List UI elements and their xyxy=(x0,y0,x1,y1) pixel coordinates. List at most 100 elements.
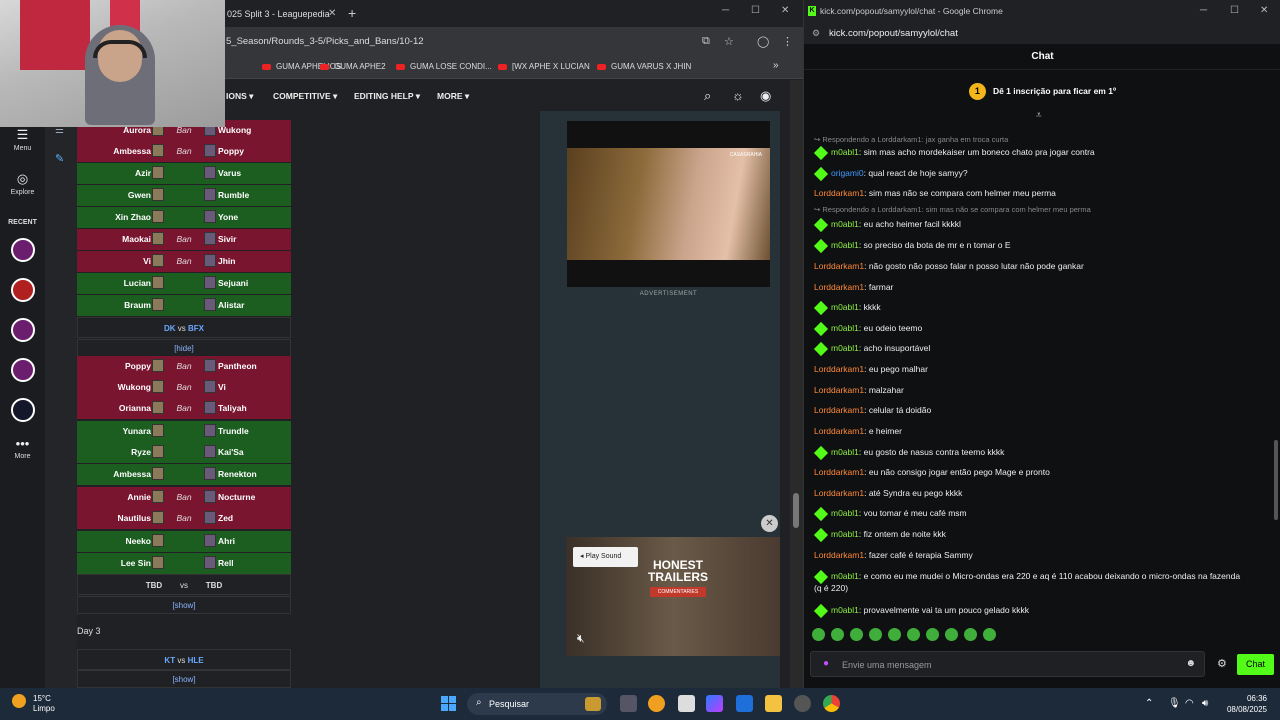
emote-icon[interactable] xyxy=(812,628,825,641)
minimize-icon[interactable]: ─ xyxy=(1200,5,1207,16)
right-champion-name[interactable]: Rell xyxy=(218,558,234,568)
left-champion-name[interactable]: Xin Zhao xyxy=(115,212,151,222)
hide-link[interactable]: [hide] xyxy=(174,344,194,353)
file-explorer-icon[interactable] xyxy=(765,695,782,712)
sub-gift-banner[interactable]: 1 Dê 1 inscrição para ficar em 1º xyxy=(804,78,1280,104)
edit-pencil-icon[interactable]: ✎ xyxy=(55,152,64,165)
left-champion-name[interactable]: Wukong xyxy=(118,382,151,392)
champion-icon[interactable] xyxy=(204,210,216,223)
chat-username[interactable]: m0abl1 xyxy=(831,323,859,333)
right-champion-name[interactable]: Kai'Sa xyxy=(218,447,244,457)
search-icon[interactable]: ⌕ xyxy=(704,88,711,104)
champion-icon[interactable] xyxy=(204,188,216,201)
url-text[interactable]: 5_Season/Rounds_3-5/Picks_and_Bans/10-12 xyxy=(226,36,424,47)
sidebar-explore[interactable]: ◎ Explore xyxy=(0,171,45,196)
right-champion-name[interactable]: Renekton xyxy=(218,469,257,479)
champion-icon[interactable] xyxy=(152,210,164,223)
emote-icon[interactable] xyxy=(945,628,958,641)
right-champion-name[interactable]: Sejuani xyxy=(218,278,248,288)
recent-wiki-icon[interactable] xyxy=(11,318,35,342)
champion-icon[interactable] xyxy=(152,490,164,503)
wifi-icon[interactable]: ◠ xyxy=(1185,698,1194,709)
chat-username[interactable]: m0abl1 xyxy=(831,529,859,539)
profile-icon[interactable]: ◯ xyxy=(757,35,769,48)
right-champion-name[interactable]: Vi xyxy=(218,382,226,392)
champion-icon[interactable] xyxy=(204,254,216,267)
tab-leaguepedia[interactable]: 025 Split 3 - Leaguepedia xyxy=(225,4,340,27)
champion-icon[interactable] xyxy=(204,380,216,393)
champion-icon[interactable] xyxy=(204,534,216,547)
champion-icon[interactable] xyxy=(152,401,164,414)
emote-icon[interactable] xyxy=(926,628,939,641)
maximize-icon[interactable]: ☐ xyxy=(751,5,760,16)
left-champion-name[interactable]: Gwen xyxy=(128,190,151,200)
champion-icon[interactable] xyxy=(152,534,164,547)
chat-username[interactable]: Lorddarkam1 xyxy=(814,282,864,292)
right-champion-name[interactable]: Trundle xyxy=(218,426,249,436)
translate-icon[interactable]: ⧉ xyxy=(702,35,710,48)
champion-icon[interactable] xyxy=(152,380,164,393)
play-sound-button[interactable]: ◂ Play Sound xyxy=(573,547,638,567)
match-header[interactable]: DK vs BFX xyxy=(77,317,291,338)
emote-icon[interactable] xyxy=(888,628,901,641)
chat-username[interactable]: m0abl1 xyxy=(831,147,859,157)
chat-scrollbar-thumb[interactable] xyxy=(1274,440,1278,520)
recent-wiki-icon[interactable] xyxy=(11,278,35,302)
microphone-icon[interactable]: 🎙︎ xyxy=(1168,698,1181,709)
left-champion-name[interactable]: Vi xyxy=(143,256,151,266)
send-chat-button[interactable]: Chat xyxy=(1237,654,1274,675)
bookmark-star-icon[interactable]: ☆ xyxy=(724,35,734,48)
left-champion-name[interactable]: Ryze xyxy=(131,447,151,457)
user-icon[interactable]: ◉ xyxy=(760,88,771,104)
nav-item[interactable]: IONS ▾ xyxy=(226,91,253,102)
match-header[interactable]: KT vs HLE xyxy=(77,649,291,670)
right-champion-name[interactable]: Yone xyxy=(218,212,238,222)
windows-start-icon[interactable] xyxy=(441,696,456,711)
champion-icon[interactable] xyxy=(152,445,164,458)
bookmark-item[interactable]: GUMA VARUS X JHIN xyxy=(597,62,691,71)
chat-username[interactable]: m0abl1 xyxy=(831,302,859,312)
task-view-icon[interactable] xyxy=(620,695,637,712)
copilot-icon[interactable] xyxy=(706,695,723,712)
champion-icon[interactable] xyxy=(204,511,216,524)
show-link[interactable]: [show] xyxy=(172,675,195,684)
tray-chevron-icon[interactable]: ⌃ xyxy=(1145,698,1153,709)
bookmark-item[interactable]: GUMA APHE2 xyxy=(320,62,386,71)
chat-username[interactable]: m0abl1 xyxy=(831,447,859,457)
champion-icon[interactable] xyxy=(204,401,216,414)
champion-icon[interactable] xyxy=(204,445,216,458)
nav-competitive[interactable]: COMPETITIVE ▾ xyxy=(273,91,337,102)
left-champion-name[interactable]: Poppy xyxy=(125,361,151,371)
left-champion-name[interactable]: Lee Sin xyxy=(121,558,151,568)
chat-username[interactable]: m0abl1 xyxy=(831,508,859,518)
left-champion-name[interactable]: Ambessa xyxy=(113,469,151,479)
champion-icon[interactable] xyxy=(152,359,164,372)
right-champion-name[interactable]: Taliyah xyxy=(218,403,247,413)
volume-icon[interactable]: 🔊︎ xyxy=(1202,698,1208,709)
right-champion-name[interactable]: Rumble xyxy=(218,190,249,200)
new-tab-icon[interactable]: + xyxy=(348,3,356,23)
collapse-pinned-icon[interactable]: ⩡ xyxy=(1036,110,1042,121)
app-icon[interactable] xyxy=(648,695,665,712)
chat-username[interactable]: m0abl1 xyxy=(831,219,859,229)
bookmark-item[interactable]: [WX APHE X LUCIAN xyxy=(498,62,590,71)
champion-icon[interactable] xyxy=(152,511,164,524)
champion-icon[interactable] xyxy=(204,144,216,157)
ad-video[interactable]: CASASRAHIA xyxy=(567,121,770,287)
chat-username[interactable]: m0abl1 xyxy=(831,240,859,250)
sidebar-more[interactable]: ••• More xyxy=(0,436,45,460)
right-champion-name[interactable]: Pantheon xyxy=(218,361,257,371)
bookmark-item[interactable]: GUMA LOSE CONDI... xyxy=(396,62,492,71)
champion-icon[interactable] xyxy=(204,166,216,179)
chat-username[interactable]: origami0 xyxy=(831,168,864,178)
left-champion-name[interactable]: Lucian xyxy=(124,278,151,288)
emote-icon[interactable] xyxy=(964,628,977,641)
emote-icon[interactable] xyxy=(907,628,920,641)
champion-icon[interactable] xyxy=(152,166,164,179)
chat-settings-gear-icon[interactable]: ⚙ xyxy=(1217,657,1227,670)
chat-username[interactable]: Lorddarkam1 xyxy=(814,188,864,198)
chat-username[interactable]: Lorddarkam1 xyxy=(814,364,864,374)
left-champion-name[interactable]: Orianna xyxy=(119,403,151,413)
store-icon[interactable] xyxy=(678,695,695,712)
champion-icon[interactable] xyxy=(204,276,216,289)
